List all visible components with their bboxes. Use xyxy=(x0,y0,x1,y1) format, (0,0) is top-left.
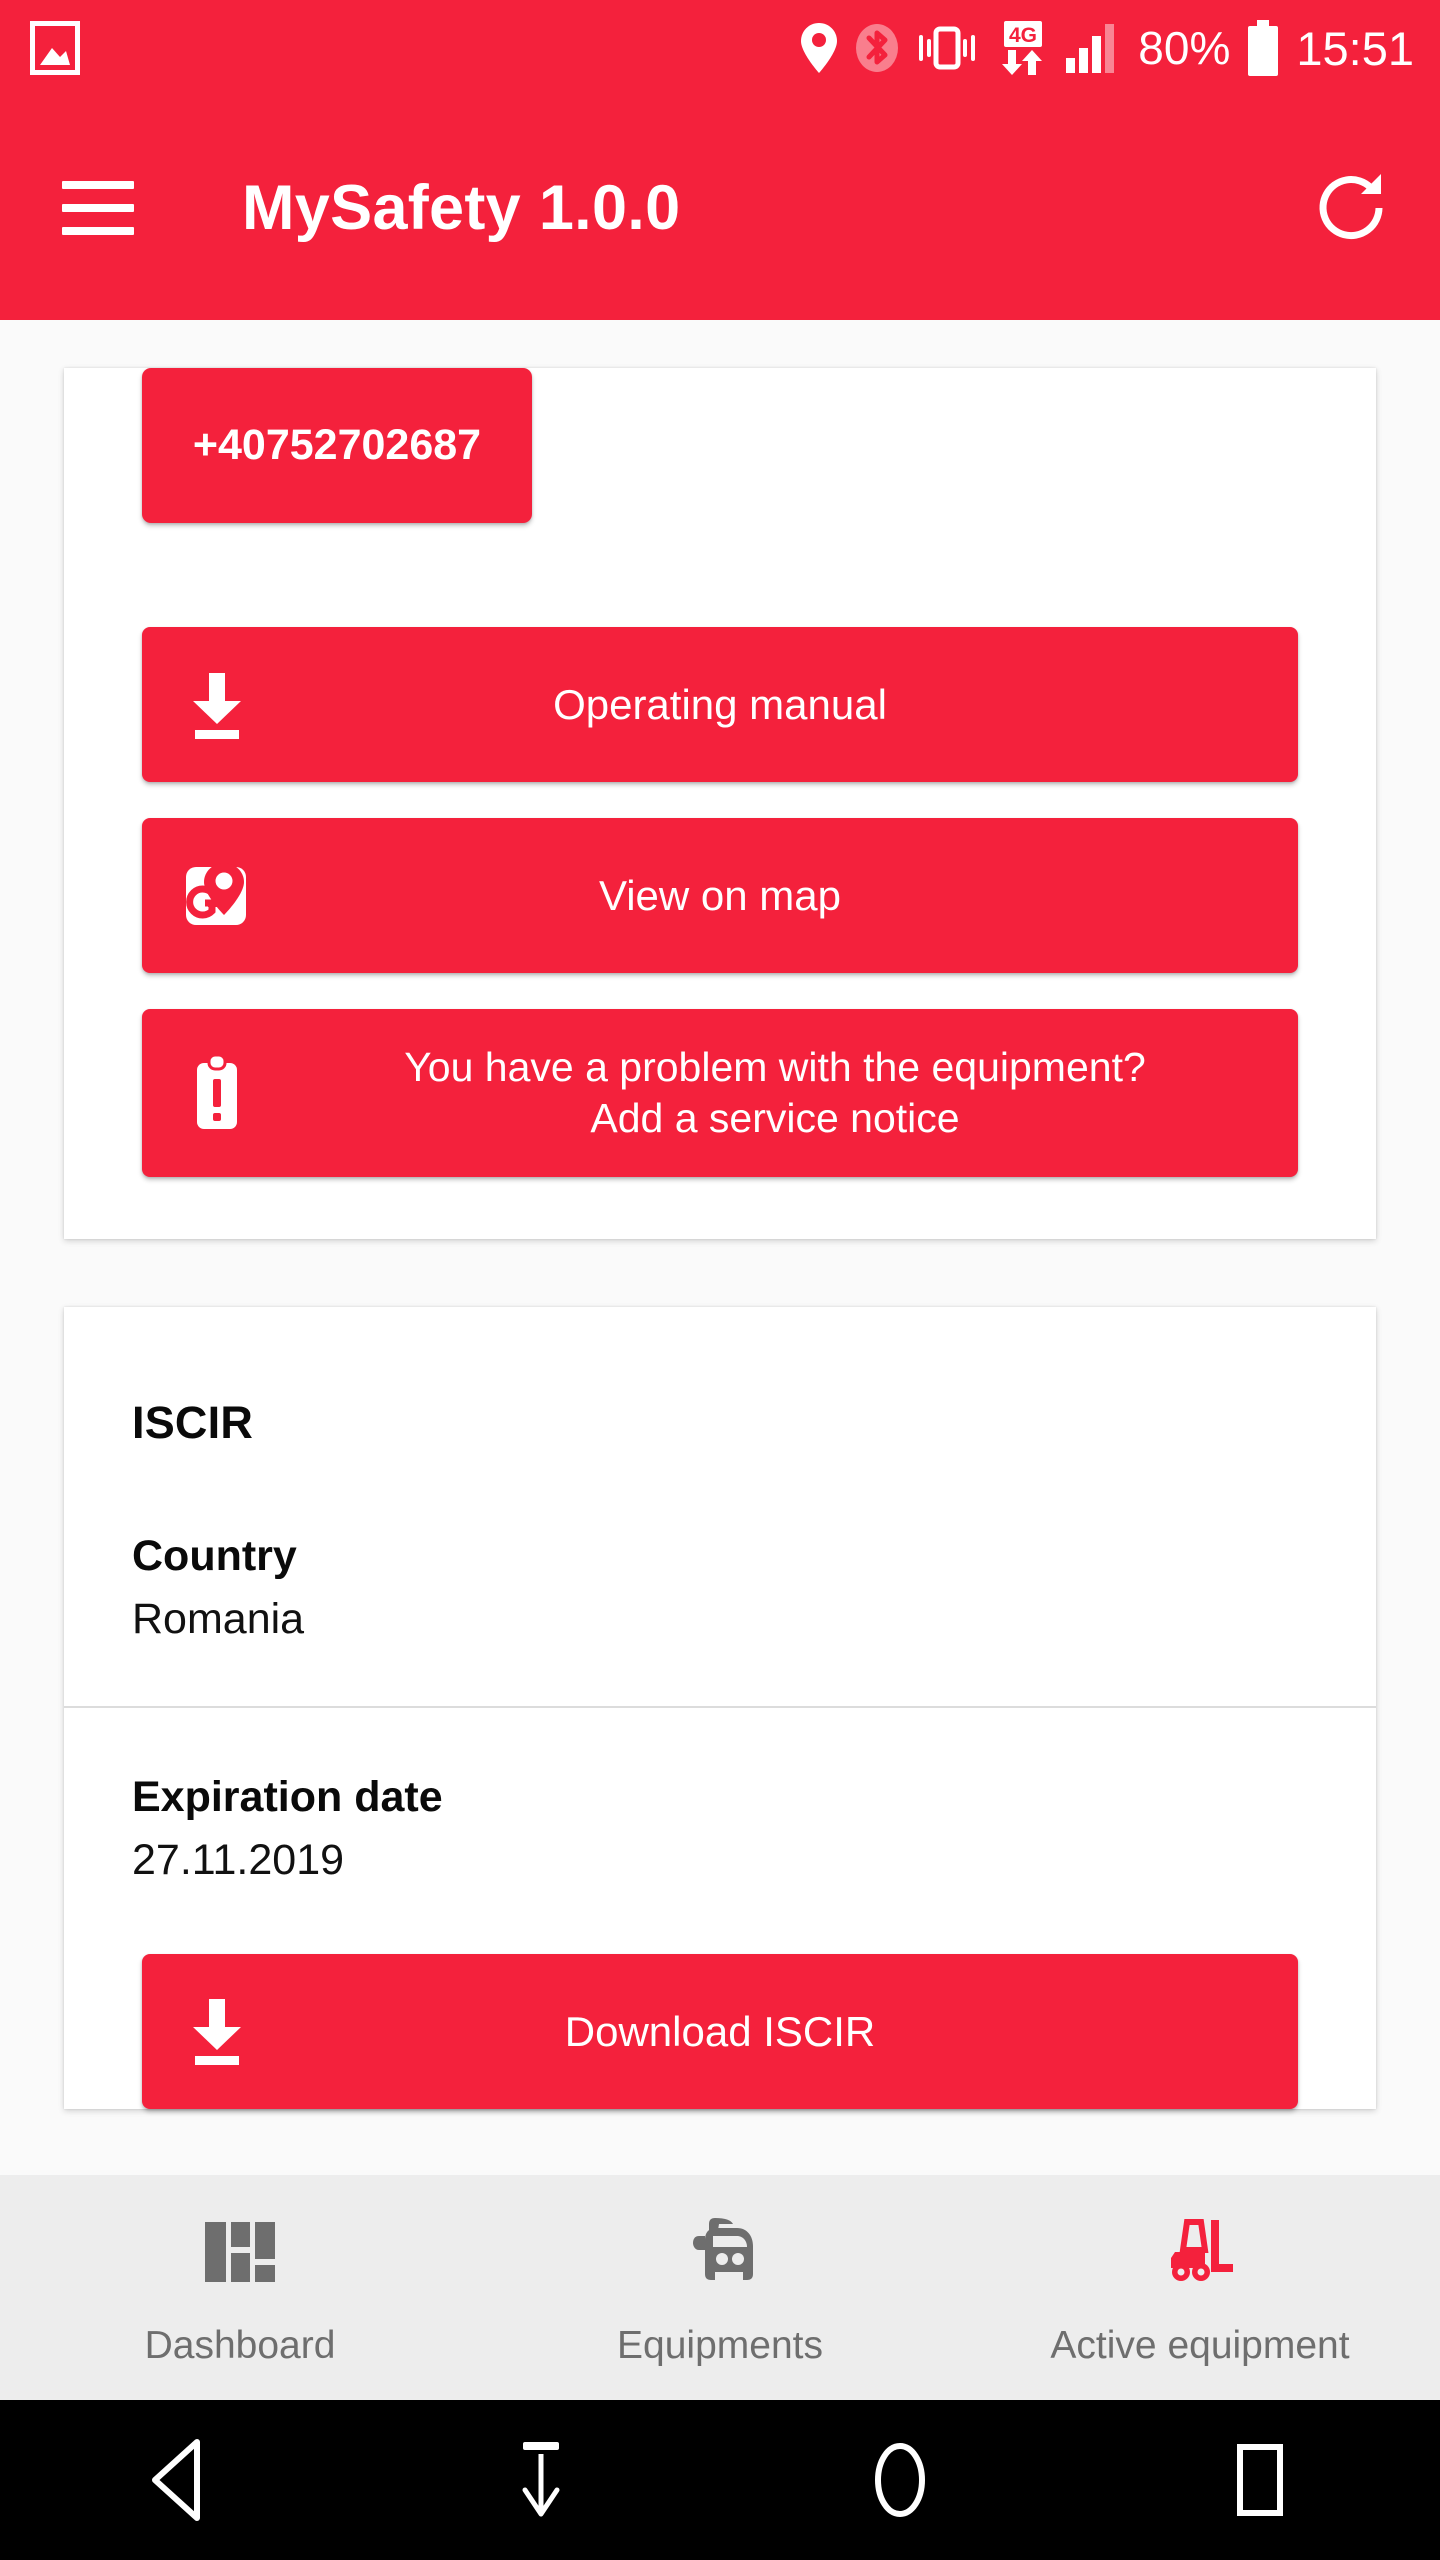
nav-label-active-equipment: Active equipment xyxy=(1050,2323,1350,2367)
page-title: MySafety 1.0.0 xyxy=(242,173,681,243)
download-icon xyxy=(142,627,292,782)
field-country-value: Romania xyxy=(132,1594,305,1643)
view-on-map-label: View on map xyxy=(598,871,842,919)
clipboard-alert-icon xyxy=(142,1009,292,1177)
forklift-icon xyxy=(1159,2214,1241,2290)
field-expiration-date: Expiration date 27.11.2019 xyxy=(64,1708,1376,1895)
location-pin-icon xyxy=(800,22,838,74)
service-notice-button[interactable]: You have a problem with the equipment? Ad… xyxy=(142,1009,1298,1177)
phone-call-button[interactable]: +40752702687 xyxy=(142,368,532,523)
status-bar: 4G 80% 15:51 xyxy=(0,0,1440,96)
nav-tab-equipments[interactable]: Equipments xyxy=(480,2175,960,2400)
hamburger-line xyxy=(62,181,134,189)
hamburger-menu-icon[interactable] xyxy=(62,170,138,246)
signal-bars-icon xyxy=(1066,22,1122,74)
android-navigation-bar xyxy=(0,2400,1440,2560)
nav-tab-dashboard[interactable]: Dashboard xyxy=(0,2175,480,2400)
phone-number-label: +40752702687 xyxy=(192,421,482,470)
app-bar: MySafety 1.0.0 xyxy=(0,96,1440,320)
nav-tab-active-equipment[interactable]: Active equipment xyxy=(960,2175,1440,2400)
service-notice-line-2: Add a service notice xyxy=(590,1095,960,1141)
home-icon[interactable] xyxy=(720,2438,1080,2522)
dashboard-grid-icon xyxy=(205,2214,275,2290)
operating-manual-label: Operating manual xyxy=(553,680,887,728)
hamburger-line xyxy=(62,204,134,212)
battery-icon xyxy=(1246,20,1280,76)
iscir-card-title: ISCIR xyxy=(132,1397,254,1448)
scroll-content[interactable]: +40752702687 Operating manual View on ma… xyxy=(0,320,1440,2175)
iscir-card: ISCIR Country Romania Expiration date 27… xyxy=(64,1307,1376,2109)
download-iscir-label: Download ISCIR xyxy=(564,2007,876,2055)
field-country-label: Country xyxy=(132,1532,297,1580)
recents-icon[interactable] xyxy=(1080,2438,1440,2522)
service-notice-line-1: You have a problem with the equipment? xyxy=(404,1044,1146,1091)
back-icon[interactable] xyxy=(0,2438,360,2522)
operating-manual-button[interactable]: Operating manual xyxy=(142,627,1298,782)
equipment-actions-card: +40752702687 Operating manual View on ma… xyxy=(64,368,1376,1239)
nav-label-dashboard: Dashboard xyxy=(144,2323,336,2367)
field-country: Country Romania xyxy=(64,1449,1376,1706)
svg-text:4G: 4G xyxy=(1009,24,1037,47)
refresh-icon[interactable] xyxy=(1308,165,1394,251)
battery-percent-label: 80% xyxy=(1138,22,1231,74)
nav-label-equipments: Equipments xyxy=(617,2323,823,2367)
vibrate-icon xyxy=(916,22,978,74)
field-expiration-label: Expiration date xyxy=(132,1773,443,1822)
field-expiration-value: 27.11.2019 xyxy=(132,1836,345,1885)
hamburger-line xyxy=(62,227,134,235)
service-notice-label: You have a problem with the equipment? Ad… xyxy=(142,1042,1298,1144)
google-maps-icon xyxy=(142,818,292,973)
view-on-map-button[interactable]: View on map xyxy=(142,818,1298,973)
image-icon xyxy=(30,21,80,75)
status-bar-left xyxy=(30,21,80,75)
bluetooth-icon xyxy=(854,22,900,74)
bottom-navigation-bar: Dashboard Equipments Active equipment xyxy=(0,2175,1440,2400)
hide-keyboard-icon[interactable] xyxy=(360,2438,720,2522)
download-icon xyxy=(142,1954,292,2109)
vehicle-icon xyxy=(679,2214,761,2290)
clock-label: 15:51 xyxy=(1296,21,1414,75)
4g-data-icon: 4G xyxy=(994,20,1050,76)
status-bar-right: 4G 80% 15:51 xyxy=(800,20,1414,76)
download-iscir-button[interactable]: Download ISCIR xyxy=(142,1953,1298,2109)
